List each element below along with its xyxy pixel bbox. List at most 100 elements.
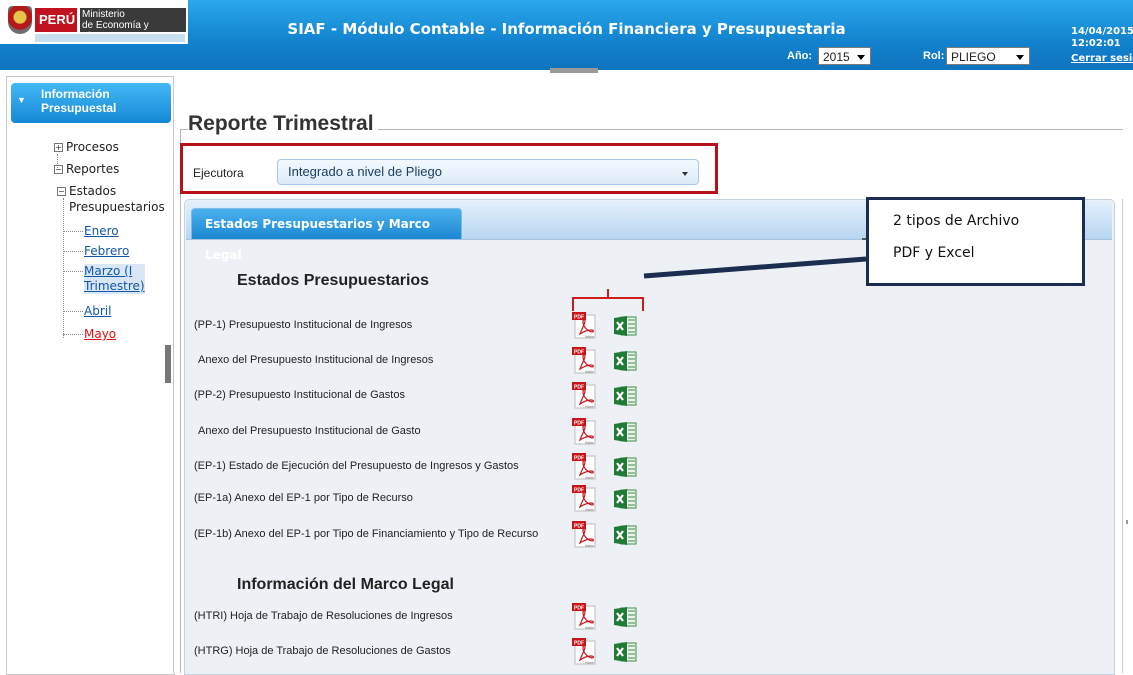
pdf-icon[interactable]: PDF Adobe: [572, 347, 597, 374]
sidebar-item-mayo[interactable]: Mayo: [84, 327, 116, 341]
sidebar-header-informacion-presupuestal[interactable]: ▼ Información Presupuestal: [11, 83, 171, 123]
svg-text:PDF: PDF: [574, 524, 584, 530]
year-value: 2015: [823, 50, 850, 64]
sidebar-header-line2: Presupuestal: [41, 101, 117, 115]
excel-icon[interactable]: [613, 349, 637, 373]
sidebar-header-label: Información Presupuestal: [41, 87, 116, 115]
callout-line1: 2 tipos de Archivo: [893, 213, 1020, 229]
tree-connector: [63, 311, 83, 312]
pdf-icon[interactable]: PDF Adobe: [572, 453, 597, 480]
chevron-down-icon: [857, 55, 865, 60]
session-time: 12:02:01: [1071, 38, 1121, 49]
pdf-icon[interactable]: PDF Adobe: [572, 638, 597, 665]
svg-text:PDF: PDF: [574, 421, 584, 427]
tree-connector: [63, 271, 83, 272]
role-label: Rol:: [923, 50, 945, 62]
estados-row-label: (EP-1a) Anexo del EP-1 por Tipo de Recur…: [194, 492, 413, 504]
marco-legal-row-label: (HTRI) Hoja de Trabajo de Resoluciones d…: [194, 610, 453, 622]
tree-connector: [63, 334, 83, 335]
app-header: PERÚ Ministerio de Economía y Finanzas S…: [0, 0, 1133, 70]
svg-text:Adobe: Adobe: [585, 370, 594, 374]
sidebar-item-marzo[interactable]: Marzo (I Trimestre): [84, 264, 145, 294]
excel-icon[interactable]: [613, 487, 637, 511]
tree-node-reportes[interactable]: − Reportes: [54, 162, 119, 176]
svg-text:Adobe: Adobe: [585, 441, 594, 445]
estados-row-label: (PP-1) Presupuesto Institucional de Ingr…: [194, 319, 413, 331]
sidebar-item-febrero[interactable]: Febrero: [84, 244, 129, 258]
svg-text:Adobe: Adobe: [585, 476, 594, 480]
svg-text:PDF: PDF: [574, 456, 584, 462]
svg-text:Adobe: Adobe: [585, 405, 594, 409]
logo-ministry-line1: Ministerio: [82, 9, 125, 20]
svg-text:PDF: PDF: [574, 641, 584, 647]
ejecutora-select[interactable]: Integrado a nivel de Pliego: [277, 159, 699, 185]
expand-plus-icon: +: [54, 143, 63, 152]
pdf-icon[interactable]: PDF Adobe: [572, 418, 597, 445]
excel-icon[interactable]: [613, 640, 637, 664]
estados-row-label: (PP-2) Presupuesto Institucional de Gast…: [194, 389, 405, 401]
content-scrollbar[interactable]: [1122, 199, 1133, 673]
tree-label-reportes: Reportes: [66, 162, 120, 176]
pdf-icon[interactable]: PDF Adobe: [572, 312, 597, 339]
tree-label-estados-line1: Estados: [69, 184, 117, 198]
tab-estados-marco-legal[interactable]: Estados Presupuestarios y Marco Legal: [191, 208, 462, 262]
tree-node-procesos[interactable]: + Procesos: [54, 140, 119, 154]
app-title: SIAF - Módulo Contable - Información Fin…: [287, 20, 846, 38]
collapse-minus-icon: −: [57, 187, 66, 196]
fieldset-border: [180, 129, 181, 673]
section-heading-estados: Estados Presupuestarios: [237, 272, 430, 289]
layout-splitter-handle[interactable]: [550, 68, 598, 73]
svg-text:Adobe: Adobe: [585, 544, 594, 548]
svg-text:Adobe: Adobe: [585, 661, 594, 665]
sidebar-item-marzo-line1: Marzo (I: [84, 264, 133, 278]
pdf-icon[interactable]: PDF Adobe: [572, 521, 597, 548]
role-select[interactable]: PLIEGO: [946, 47, 1030, 65]
tree-connector: [63, 231, 83, 232]
session-date: 14/04/2015: [1071, 26, 1133, 37]
estados-row-label: (EP-1b) Anexo del EP-1 por Tipo de Finan…: [194, 528, 539, 540]
excel-icon[interactable]: [613, 455, 637, 479]
svg-text:PDF: PDF: [574, 315, 584, 321]
sidebar-item-marzo-line2: Trimestre): [84, 279, 145, 293]
pdf-icon[interactable]: PDF Adobe: [572, 382, 597, 409]
svg-text:PDF: PDF: [574, 488, 584, 494]
collapse-minus-icon: −: [54, 165, 63, 174]
estados-row-label: Anexo del Presupuesto Institucional de I…: [198, 354, 434, 366]
scrollbar-grip: [1126, 520, 1128, 524]
section-heading-marco-legal: Información del Marco Legal: [237, 576, 454, 593]
excel-icon[interactable]: [613, 314, 637, 338]
sidebar-header-line1: Información: [41, 87, 110, 101]
tree-connector: [63, 198, 64, 338]
svg-text:Adobe: Adobe: [585, 508, 594, 512]
chevron-down-icon: [682, 172, 688, 176]
excel-icon[interactable]: [613, 523, 637, 547]
ejecutora-value: Integrado a nivel de Pliego: [288, 164, 442, 179]
year-label: Año:: [787, 50, 813, 62]
svg-text:PDF: PDF: [574, 385, 584, 391]
callout-box: [866, 197, 1085, 286]
collapse-arrow-icon: ▼: [17, 95, 26, 105]
estados-row-label: (EP-1) Estado de Ejecución del Presupues…: [194, 460, 519, 472]
sidebar-item-enero[interactable]: Enero: [84, 224, 119, 238]
svg-text:PDF: PDF: [574, 350, 584, 356]
svg-text:PDF: PDF: [574, 606, 584, 612]
sidebar-scrollbar[interactable]: [165, 345, 171, 383]
excel-icon[interactable]: [613, 384, 637, 408]
tree-node-estados[interactable]: − Estados: [57, 184, 116, 198]
svg-text:Adobe: Adobe: [585, 335, 594, 339]
pdf-icon[interactable]: PDF Adobe: [572, 485, 597, 512]
pdf-icon[interactable]: PDF Adobe: [572, 603, 597, 630]
excel-icon[interactable]: [613, 605, 637, 629]
sidebar-item-abril[interactable]: Abril: [84, 304, 111, 318]
tree-label-estados-line2[interactable]: Presupuestarios: [69, 200, 165, 214]
excel-icon[interactable]: [613, 420, 637, 444]
chevron-down-icon: [1016, 55, 1024, 60]
page-title: Reporte Trimestral: [188, 112, 378, 136]
year-select[interactable]: 2015: [818, 47, 871, 65]
estados-row-label: Anexo del Presupuesto Institucional de G…: [198, 425, 421, 437]
logout-link[interactable]: Cerrar sesión: [1071, 53, 1133, 64]
tree-label-procesos: Procesos: [66, 140, 119, 154]
role-value: PLIEGO: [951, 50, 996, 64]
marco-legal-row-label: (HTRG) Hoja de Trabajo de Resoluciones d…: [194, 645, 451, 657]
callout-line2: PDF y Excel: [893, 245, 975, 261]
